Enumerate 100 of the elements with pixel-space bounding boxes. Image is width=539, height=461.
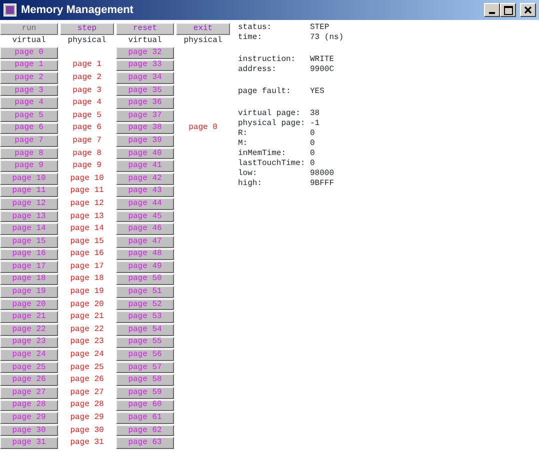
close-button[interactable] [520, 3, 536, 17]
virtual-page-button[interactable]: page 24 [0, 349, 58, 361]
virtual-page-button[interactable]: page 8 [0, 148, 58, 160]
info-label: page fault: [238, 88, 292, 96]
virtual-page-button[interactable]: page 11 [0, 186, 58, 198]
physical-page: page 20 [70, 300, 104, 309]
virtual-page-button[interactable]: page 36 [116, 97, 174, 109]
physical-page: page 9 [72, 162, 102, 170]
virtual-page-button[interactable]: page 27 [0, 387, 58, 399]
virtual-page-button[interactable]: page 42 [116, 172, 174, 185]
physical-page: page 4 [72, 99, 102, 108]
virtual-page-button[interactable]: page 61 [116, 412, 174, 424]
physical-page: page 11 [70, 187, 104, 196]
virtual-page-button[interactable]: page 33 [116, 60, 174, 72]
info-value: 73 (ns) [310, 34, 344, 42]
info-label: lastTouchTime: [238, 160, 306, 168]
virtual-page-button[interactable]: page 23 [0, 336, 58, 348]
physical-page: page 8 [72, 150, 102, 158]
virtual-page-button[interactable]: page 5 [0, 110, 58, 122]
physical-page: page 19 [70, 288, 104, 296]
virtual-page-button[interactable]: page 21 [0, 311, 58, 324]
physical-page: page 24 [70, 351, 104, 360]
virtual-page-button[interactable]: page 60 [116, 400, 174, 412]
virtual-page-button[interactable]: page 14 [0, 223, 58, 235]
virtual-page-button[interactable]: page 9 [0, 160, 58, 172]
virtual-page-button[interactable]: page 29 [0, 412, 58, 424]
window-title: Memory Management [21, 4, 134, 16]
virtual-page-button[interactable]: page 55 [116, 336, 174, 348]
physical-page: page 5 [72, 112, 102, 120]
virtual-page-button[interactable]: page 45 [116, 210, 174, 222]
virtual-page-button[interactable]: page 44 [116, 198, 174, 210]
virtual-page-button[interactable]: page 19 [0, 286, 58, 298]
virtual-page-button[interactable]: page 37 [116, 110, 174, 122]
virtual-page-button[interactable]: page 51 [116, 286, 174, 298]
physical-page: page 23 [70, 338, 104, 346]
virtual-page-button[interactable]: page 1 [0, 60, 58, 72]
virtual-page-button[interactable]: page 32 [116, 47, 174, 59]
physical-page: page 12 [70, 200, 104, 208]
control-button[interactable]: step [60, 23, 114, 35]
info-label: status: [238, 24, 273, 32]
virtual-page-button[interactable]: page 41 [116, 160, 174, 172]
virtual-page-button[interactable]: page 58 [116, 374, 174, 386]
info-label: time: [238, 34, 264, 42]
control-button[interactable]: exit [176, 23, 230, 35]
info-label: instruction: [238, 56, 297, 64]
virtual-page-button[interactable]: page 20 [0, 298, 58, 310]
virtual-page-button[interactable]: page 54 [116, 324, 174, 336]
virtual-page-button[interactable]: page 7 [0, 135, 58, 147]
virtual-page-button[interactable]: page 40 [116, 148, 174, 160]
physical-page: page 26 [70, 376, 104, 384]
virtual-page-button[interactable]: page 28 [0, 400, 58, 412]
info-label: low: [238, 170, 258, 178]
virtual-page-button[interactable]: page 26 [0, 374, 58, 386]
virtual-page-button[interactable]: page 47 [116, 236, 174, 248]
virtual-page-button[interactable]: page 63 [116, 437, 174, 449]
virtual-page-button[interactable]: page 25 [0, 362, 58, 374]
info-value: WRITE [310, 56, 334, 64]
virtual-page-button[interactable]: page 46 [116, 223, 174, 235]
virtual-page-button[interactable]: page 2 [0, 72, 58, 84]
info-label: R: [238, 130, 249, 138]
virtual-page-button[interactable]: page 16 [0, 248, 58, 260]
physical-page: page 15 [70, 238, 104, 246]
virtual-page-button[interactable]: page 57 [116, 362, 174, 374]
virtual-page-button[interactable]: page 13 [0, 210, 58, 222]
info-value: 9900C [310, 66, 334, 74]
virtual-page-button[interactable]: page 59 [116, 387, 174, 399]
virtual-page-button[interactable]: page 52 [116, 298, 174, 310]
virtual-page-button[interactable]: page 12 [0, 198, 58, 210]
virtual-page-button[interactable]: page 35 [116, 84, 174, 96]
virtual-page-button[interactable]: page 31 [0, 437, 58, 449]
virtual-page-button[interactable]: page 4 [0, 97, 58, 109]
close-icon [524, 6, 532, 14]
minimize-button[interactable] [484, 3, 500, 17]
virtual-page-button[interactable]: page 30 [0, 424, 58, 436]
virtual-page-button[interactable]: page 0 [0, 47, 58, 59]
virtual-page-button[interactable]: page 17 [0, 261, 58, 273]
virtual-page-button[interactable]: page 18 [0, 274, 58, 286]
column-header: physical [184, 37, 222, 45]
virtual-page-button[interactable]: page 39 [116, 135, 174, 147]
virtual-page-button[interactable]: page 34 [116, 72, 174, 84]
virtual-page-button[interactable]: page 49 [116, 261, 174, 273]
virtual-page-button[interactable]: page 53 [116, 311, 174, 324]
virtual-page-button[interactable]: page 48 [116, 248, 174, 260]
physical-page: page 6 [72, 124, 102, 132]
info-value: -1 [310, 120, 320, 128]
virtual-page-button[interactable]: page 56 [116, 349, 174, 361]
virtual-page-button[interactable]: page 38 [116, 122, 174, 134]
column-header: virtual [12, 37, 46, 45]
virtual-page-button[interactable]: page 50 [116, 274, 174, 286]
maximize-button[interactable] [500, 3, 516, 17]
virtual-page-button[interactable]: page 3 [0, 84, 58, 96]
virtual-page-button[interactable]: page 6 [0, 122, 58, 134]
maximize-icon [504, 6, 512, 14]
virtual-page-button[interactable]: page 43 [116, 186, 174, 198]
virtual-page-button[interactable]: page 22 [0, 324, 58, 336]
virtual-page-button[interactable]: page 15 [0, 236, 58, 248]
virtual-page-button[interactable]: page 10 [0, 172, 58, 185]
control-button[interactable]: reset [116, 23, 174, 35]
physical-page: page 2 [72, 74, 102, 82]
virtual-page-button[interactable]: page 62 [116, 424, 174, 436]
